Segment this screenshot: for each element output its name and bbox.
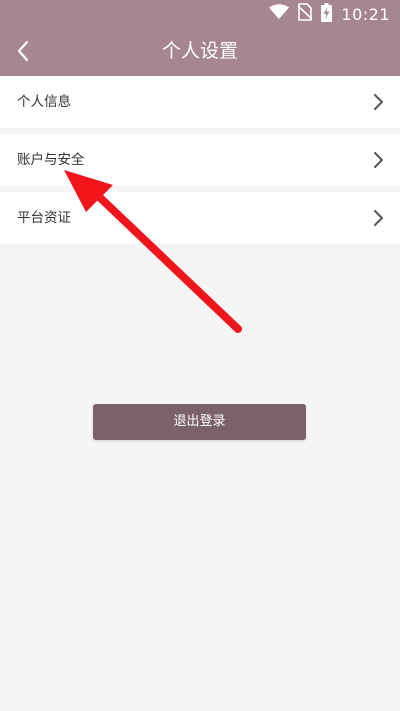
chevron-right-icon bbox=[372, 92, 386, 112]
status-time: 10:21 bbox=[341, 4, 390, 24]
app-header: 10:21 个人设置 bbox=[0, 0, 400, 76]
status-icons: 10:21 bbox=[269, 2, 390, 26]
menu-item-account-security[interactable]: 账户与安全 bbox=[0, 134, 400, 186]
menu-item-label: 平台资证 bbox=[17, 210, 71, 226]
menu-item-label: 个人信息 bbox=[17, 94, 71, 110]
page-title: 个人设置 bbox=[161, 40, 238, 62]
menu-item-personal-info[interactable]: 个人信息 bbox=[0, 76, 400, 128]
wifi-icon bbox=[269, 4, 290, 24]
chevron-right-icon bbox=[372, 150, 386, 170]
menu-item-label: 账户与安全 bbox=[17, 152, 85, 168]
battery-charging-icon bbox=[321, 2, 333, 26]
no-sim-icon bbox=[297, 3, 313, 25]
title-bar: 个人设置 bbox=[0, 28, 400, 76]
logout-button[interactable]: 退出登录 bbox=[93, 404, 306, 440]
status-bar: 10:21 bbox=[0, 0, 400, 28]
chevron-right-icon bbox=[372, 208, 386, 228]
menu-item-platform-credentials[interactable]: 平台资证 bbox=[0, 192, 400, 244]
